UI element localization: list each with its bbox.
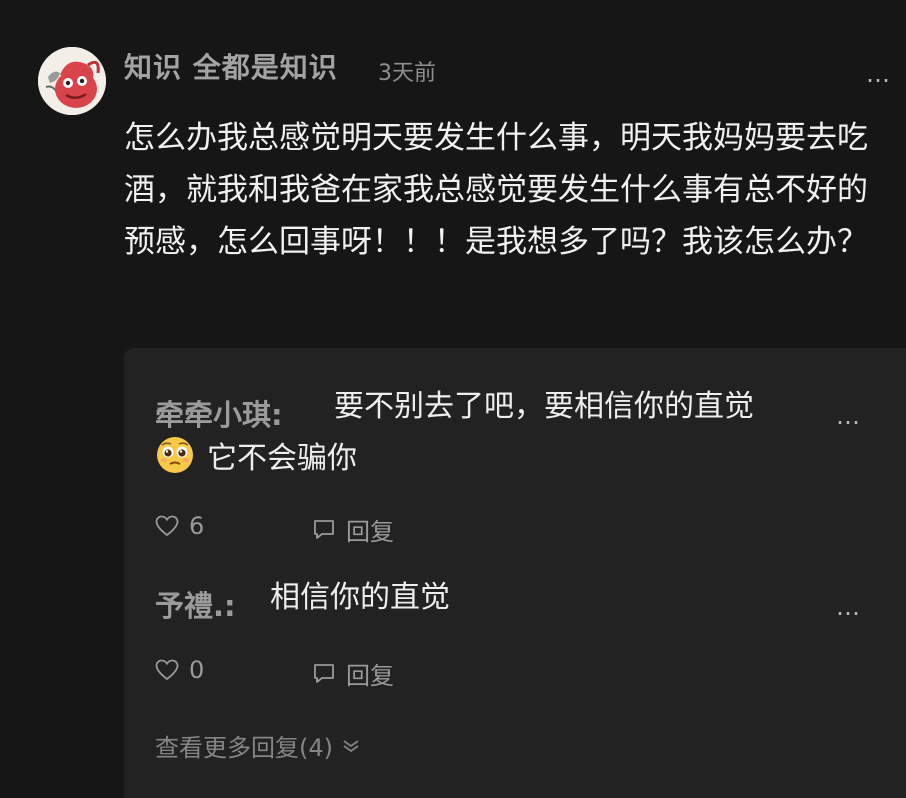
reply-button[interactable]: 回复 xyxy=(312,512,394,547)
post-timestamp: 3天前 xyxy=(378,61,436,86)
pleading-face-icon xyxy=(155,435,195,475)
comment-icon xyxy=(314,519,334,539)
heart-icon xyxy=(155,515,179,537)
post-content: 怎么办我总感觉明天要发生什么事，明天我妈妈要去吃酒，就我和我爸在家我总感觉要发生… xyxy=(124,120,868,260)
reply-text: 要不别去了吧，要相信你的直觉 xyxy=(334,389,754,424)
reply-label: 回复 xyxy=(346,518,394,546)
reply-author-name[interactable]: 予禮.: xyxy=(155,583,236,625)
like-button[interactable]: 6 xyxy=(155,512,204,540)
like-count: 0 xyxy=(189,656,205,684)
comment-icon xyxy=(314,663,334,683)
post-author-name[interactable]: 知识 全都是知识 xyxy=(124,46,338,86)
user-avatar[interactable] xyxy=(38,47,106,115)
like-count: 6 xyxy=(189,512,205,540)
cartoon-avatar-icon xyxy=(38,47,106,115)
reply-more-icon[interactable]: … xyxy=(836,595,862,619)
comment-thread: 知识 全都是知识 3天前 … 怎么办我总感觉明天要发生什么事，明天我妈妈要去吃酒… xyxy=(0,0,906,798)
reply-text-continued: 它不会骗你 xyxy=(155,433,357,485)
reply-text-line2: 它不会骗你 xyxy=(207,441,357,476)
reply-label: 回复 xyxy=(346,662,394,690)
like-button[interactable]: 0 xyxy=(155,656,204,684)
replies-panel: 牵牵小琪: 要不别去了吧，要相信你的直觉 … 它不会骗你 6 回复 予禮.: 相… xyxy=(124,348,906,798)
chevron-down-icon xyxy=(343,739,359,752)
reply-author-name[interactable]: 牵牵小琪: xyxy=(155,392,283,434)
view-more-label: 查看更多回复(4) xyxy=(155,734,333,762)
reply-button[interactable]: 回复 xyxy=(312,656,394,691)
view-more-replies-button[interactable]: 查看更多回复(4) xyxy=(155,728,361,763)
reply-more-icon[interactable]: … xyxy=(836,404,862,428)
post-more-icon[interactable]: … xyxy=(866,62,892,86)
reply-text: 相信你的直觉 xyxy=(270,580,450,615)
heart-icon xyxy=(155,659,179,681)
